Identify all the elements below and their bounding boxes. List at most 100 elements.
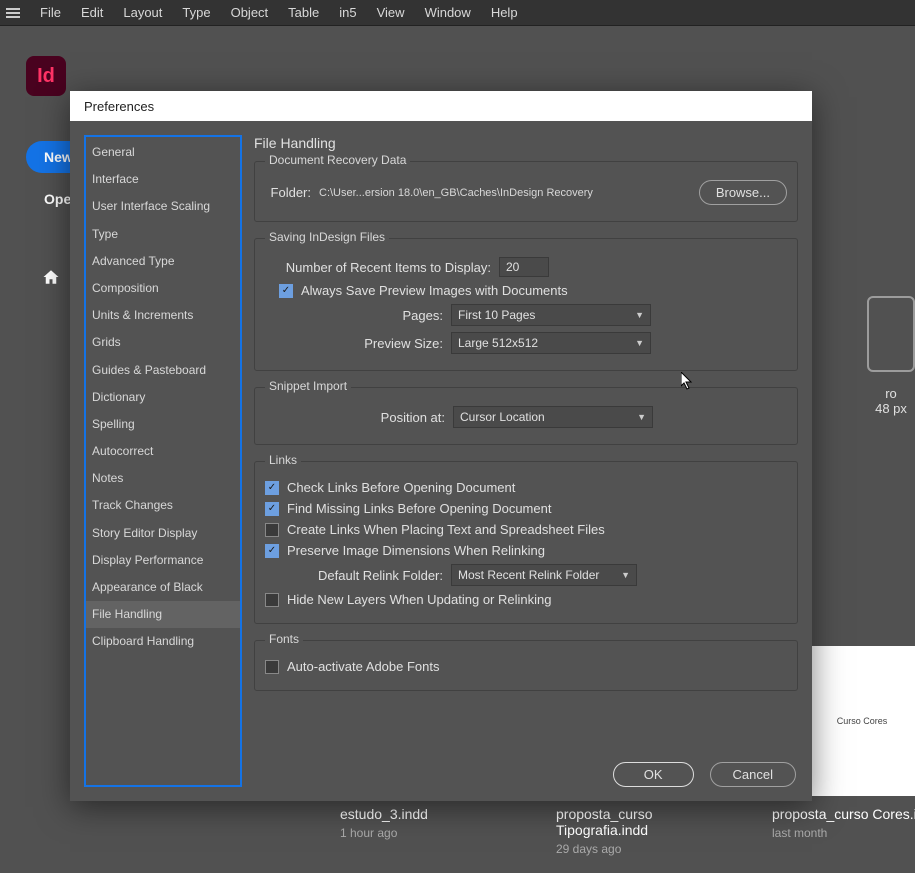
preview-size-select[interactable]: Large 512x512 ▼ — [451, 332, 651, 354]
folder-label: Folder: — [265, 185, 311, 200]
menu-type[interactable]: Type — [172, 2, 220, 23]
group-saving: Saving InDesign Files Number of Recent I… — [254, 238, 798, 371]
select-value: Most Recent Relink Folder — [458, 568, 599, 582]
sidebar-item-spelling[interactable]: Spelling — [86, 411, 240, 438]
recent-time: 29 days ago — [556, 842, 736, 856]
sidebar-item-advanced-type[interactable]: Advanced Type — [86, 248, 240, 275]
open-button-partial[interactable]: Ope — [44, 191, 71, 207]
preserve-dimensions-checkbox[interactable]: ✓ Preserve Image Dimensions When Relinki… — [265, 543, 545, 558]
sidebar-item-autocorrect[interactable]: Autocorrect — [86, 438, 240, 465]
checkbox-label: Always Save Preview Images with Document… — [301, 283, 568, 298]
panel-title: File Handling — [254, 135, 798, 151]
sidebar-item-grids[interactable]: Grids — [86, 329, 240, 356]
checkbox-icon: ✓ — [265, 593, 279, 607]
checkbox-icon: ✓ — [279, 284, 293, 298]
sidebar-item-ui-scaling[interactable]: User Interface Scaling — [86, 193, 240, 220]
group-title: Fonts — [265, 632, 303, 646]
preview-size-label: Preview Size: — [265, 336, 443, 351]
chevron-down-icon: ▼ — [621, 570, 630, 580]
chevron-down-icon: ▼ — [635, 310, 644, 320]
group-title: Links — [265, 453, 301, 467]
sidebar-item-display-perf[interactable]: Display Performance — [86, 547, 240, 574]
pages-label: Pages: — [265, 308, 443, 323]
select-value: Large 512x512 — [458, 336, 538, 350]
sidebar-item-units[interactable]: Units & Increments — [86, 302, 240, 329]
select-value: First 10 Pages — [458, 308, 535, 322]
sidebar-item-type[interactable]: Type — [86, 221, 240, 248]
pages-select[interactable]: First 10 Pages ▼ — [451, 304, 651, 326]
group-title: Saving InDesign Files — [265, 230, 389, 244]
checkbox-icon: ✓ — [265, 481, 279, 495]
checkbox-icon: ✓ — [265, 660, 279, 674]
sidebar-item-clipboard[interactable]: Clipboard Handling — [86, 628, 240, 655]
sidebar-item-guides[interactable]: Guides & Pasteboard — [86, 357, 240, 384]
group-recovery: Document Recovery Data Folder: C:\User..… — [254, 161, 798, 222]
sidebar-item-general[interactable]: General — [86, 139, 240, 166]
sidebar-item-notes[interactable]: Notes — [86, 465, 240, 492]
preview-images-checkbox[interactable]: ✓ Always Save Preview Images with Docume… — [279, 283, 568, 298]
sidebar-item-interface[interactable]: Interface — [86, 166, 240, 193]
position-select[interactable]: Cursor Location ▼ — [453, 406, 653, 428]
checkbox-label: Check Links Before Opening Document — [287, 480, 515, 495]
recovery-folder-path: C:\User...ersion 18.0\en_GB\Caches\InDes… — [319, 187, 593, 199]
relink-folder-select[interactable]: Most Recent Relink Folder ▼ — [451, 564, 637, 586]
checkbox-icon: ✓ — [265, 544, 279, 558]
menu-items: File Edit Layout Type Object Table in5 V… — [30, 2, 528, 23]
sidebar-item-story-editor[interactable]: Story Editor Display — [86, 520, 240, 547]
auto-activate-fonts-checkbox[interactable]: ✓ Auto-activate Adobe Fonts — [265, 659, 439, 674]
chevron-down-icon: ▼ — [635, 338, 644, 348]
preset-peek: ro 48 px — [867, 296, 915, 416]
preferences-dialog: Preferences General Interface User Inter… — [70, 91, 812, 801]
recent-title: estudo_3.indd — [340, 806, 520, 822]
preferences-panel: File Handling Document Recovery Data Fol… — [254, 135, 798, 787]
group-title: Document Recovery Data — [265, 153, 410, 167]
recent-title: proposta_curso Cores.indd — [772, 806, 915, 822]
recent-time: last month — [772, 826, 915, 840]
find-missing-checkbox[interactable]: ✓ Find Missing Links Before Opening Docu… — [265, 501, 551, 516]
cancel-button[interactable]: Cancel — [710, 762, 796, 787]
checkbox-icon: ✓ — [265, 523, 279, 537]
menu-edit[interactable]: Edit — [71, 2, 113, 23]
create-links-checkbox[interactable]: ✓ Create Links When Placing Text and Spr… — [265, 522, 605, 537]
sidebar-item-appearance-black[interactable]: Appearance of Black — [86, 574, 240, 601]
recent-items-label: Number of Recent Items to Display: — [279, 260, 491, 275]
hide-new-layers-checkbox[interactable]: ✓ Hide New Layers When Updating or Relin… — [265, 592, 551, 607]
app-logo-icon: Id — [26, 56, 66, 96]
menu-object[interactable]: Object — [221, 2, 279, 23]
preset-size-partial: 48 px — [867, 401, 915, 416]
preset-shape-icon — [867, 296, 915, 372]
menu-table[interactable]: Table — [278, 2, 329, 23]
group-snippet: Snippet Import Position at: Cursor Locat… — [254, 387, 798, 445]
relink-folder-label: Default Relink Folder: — [295, 568, 443, 583]
chevron-down-icon: ▼ — [637, 412, 646, 422]
checkbox-label: Auto-activate Adobe Fonts — [287, 659, 439, 674]
sidebar-item-file-handling[interactable]: File Handling — [86, 601, 240, 628]
dialog-title: Preferences — [70, 91, 812, 121]
menu-in5[interactable]: in5 — [329, 2, 366, 23]
recent-time: 1 hour ago — [340, 826, 520, 840]
select-value: Cursor Location — [460, 410, 545, 424]
check-links-checkbox[interactable]: ✓ Check Links Before Opening Document — [265, 480, 515, 495]
ok-button[interactable]: OK — [613, 762, 694, 787]
menu-file[interactable]: File — [30, 2, 71, 23]
recent-title: proposta_curso Tipografia.indd — [556, 806, 736, 838]
menu-layout[interactable]: Layout — [113, 2, 172, 23]
app-menubar: File Edit Layout Type Object Table in5 V… — [0, 0, 915, 26]
menu-window[interactable]: Window — [415, 2, 481, 23]
menu-view[interactable]: View — [367, 2, 415, 23]
checkbox-label: Hide New Layers When Updating or Relinki… — [287, 592, 551, 607]
sidebar-item-composition[interactable]: Composition — [86, 275, 240, 302]
checkbox-label: Preserve Image Dimensions When Relinking — [287, 543, 545, 558]
recent-items-input[interactable] — [499, 257, 549, 277]
home-icon[interactable] — [42, 268, 60, 284]
checkbox-label: Find Missing Links Before Opening Docume… — [287, 501, 551, 516]
hamburger-icon[interactable] — [6, 8, 20, 18]
checkbox-icon: ✓ — [265, 502, 279, 516]
sidebar-item-dictionary[interactable]: Dictionary — [86, 384, 240, 411]
browse-button[interactable]: Browse... — [699, 180, 787, 205]
app-body: Id New Ope ro 48 px estudo_3.indd 1 hour… — [0, 26, 915, 873]
group-fonts: Fonts ✓ Auto-activate Adobe Fonts — [254, 640, 798, 691]
menu-help[interactable]: Help — [481, 2, 528, 23]
sidebar-item-track-changes[interactable]: Track Changes — [86, 492, 240, 519]
group-title: Snippet Import — [265, 379, 351, 393]
